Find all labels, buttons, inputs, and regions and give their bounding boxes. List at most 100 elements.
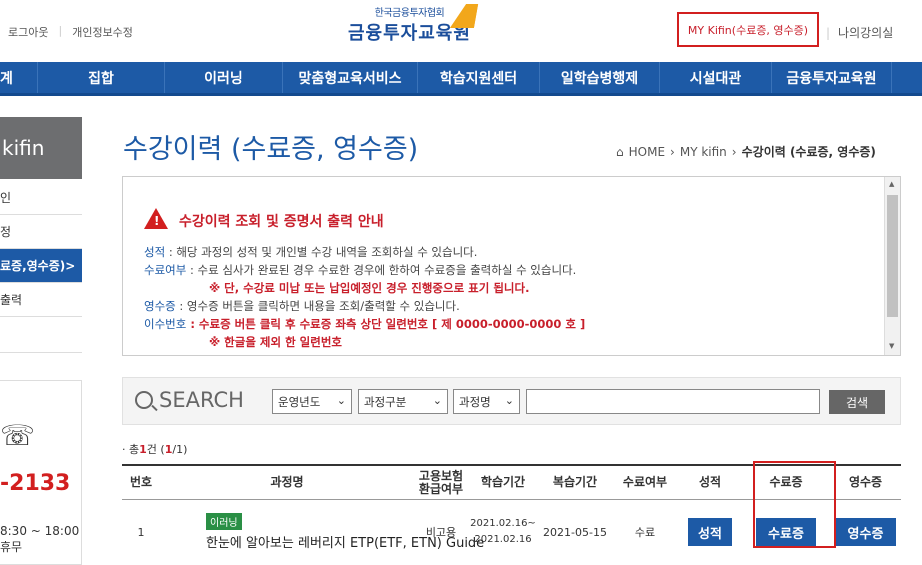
edit-info-link[interactable]: 개인정보수정 [72,24,133,40]
elearning-badge: 이러닝 [206,513,242,530]
period-start: 2021.02.16~ [470,518,536,529]
type-select-value: 과정구분 [364,394,407,409]
notice-title: 수강이력 조회 및 증명서 출력 안내 [179,214,384,230]
col-header: 영수증 [848,475,883,489]
scroll-up-icon[interactable]: ▲ [889,180,894,188]
chevron-down-icon: ⌄ [504,394,514,407]
notice-warning-text: : 수료증 버튼 클릭 후 수료증 좌측 상단 일련번호 [ 제 0000-00… [186,317,586,331]
completion-status: 수료 [634,526,656,539]
util-right: | 나의강의실 [826,24,893,41]
customer-service-box: ☏ -2133 8:30 ~ 18:00 휴무 [0,380,82,565]
mykifin-link[interactable]: MY Kifin(수료증, 영수증) [677,12,819,47]
notice-line: ※ 한글을 제외 한 일련번호 [209,334,342,350]
col-header: 과정명 [270,475,304,489]
search-icon [135,391,153,409]
count-suffix: /1) [172,443,188,456]
sidebar-item[interactable]: 인 [0,181,82,215]
col-header: 복습기간 [552,475,598,489]
phone-icon: ☏ [0,419,36,452]
nav-item[interactable]: 시설대관 [660,62,772,93]
notice-line: ※ 단, 수강료 미납 또는 납입예정인 경우 진행중으로 표기 됩니다. [209,280,529,296]
notice-key: 이수번호 [144,317,187,331]
course-cell: 이러닝 한눈에 알아보는 레버리지 ETP(ETF, ETN) Guide [160,500,484,564]
my-courses-link[interactable]: 나의강의실 [838,26,893,40]
util-links: 로그아웃 | 개인정보수정 [8,24,133,40]
notice-line: 이수번호 : 수료증 버튼 클릭 후 수료증 좌측 상단 일련번호 [ 제 00… [144,316,585,332]
row-number: 1 [137,525,145,539]
year-select-value: 운영년도 [278,394,321,409]
chevron-down-icon: ⌄ [432,394,442,407]
breadcrumb-current: 수강이력 (수료증, 영수증) [741,145,876,159]
divider: | [58,24,63,37]
col-header: 학습기간 [480,475,526,489]
notice-warning-text: ※ 한글을 제외 한 일련번호 [209,335,342,349]
sidebar-menu: 인 정 료증,영수증)> 출력 [0,181,82,353]
certificate-highlight-box [753,461,836,548]
sidebar-item[interactable] [0,317,82,353]
chevron-right-icon: › [731,144,737,159]
notice-box: ! 수강이력 조회 및 증명서 출력 안내 성적 : 해당 과정의 성적 및 개… [122,176,901,356]
receipt-cell: 영수증 [830,500,901,564]
search-label-text: SEARCH [159,388,244,412]
divider: | [826,26,831,40]
site-logo[interactable]: 한국금융투자협회 금융투자교육원 [348,4,479,45]
nav-item[interactable]: 맞춤형교육서비스 [283,62,418,93]
nav-item[interactable]: 학습지원센터 [418,62,540,93]
notice-key: 영수증 [144,299,176,313]
col-header: 고용보험 환급여부 [418,468,464,496]
home-icon: ⌂ [616,144,624,159]
course-name[interactable]: 한눈에 알아보는 레버리지 ETP(ETF, ETN) Guide [206,532,484,551]
logout-link[interactable]: 로그아웃 [8,24,48,40]
sidebar-title: kifin [0,117,82,179]
notice-warning-text: ※ 단, 수강료 미납 또는 납입예정인 경우 진행중으로 표기 됩니다. [209,281,530,295]
name-select-value: 과정명 [459,394,491,409]
sidebar-item[interactable]: 출력 [0,283,82,317]
search-button[interactable]: 검색 [829,390,885,414]
notice-key: 성적 [144,245,166,259]
cs-hours: 8:30 ~ 18:00 휴무 [0,523,79,555]
count-mid: 건 ( [146,443,165,456]
col-header: 번호 [129,475,153,489]
breadcrumb-mykifin[interactable]: MY kifin [680,145,727,159]
sidebar-item-certificates[interactable]: 료증,영수증)> [0,249,82,283]
nav-item[interactable]: 금융투자교육원 [772,62,892,93]
notice-text: : 영수증 버튼을 클릭하면 내용을 조회/출력할 수 있습니다. [175,299,460,313]
receipt-button[interactable]: 영수증 [835,518,896,546]
review-period: 2021-05-15 [543,525,607,539]
sidebar-item[interactable]: 정 [0,215,82,249]
search-panel: SEARCH 운영년도 ⌄ 과정구분 ⌄ 과정명 ⌄ 검색 [122,377,901,425]
nav-item[interactable]: 이러닝 [165,62,283,93]
col-header: 성적 [698,475,722,489]
nav-item[interactable]: 집합 [38,62,165,93]
type-select[interactable]: 과정구분 ⌄ [358,389,448,414]
count-number: 1 [139,443,147,456]
top-bar: 로그아웃 | 개인정보수정 한국금융투자협회 금융투자교육원 MY Kifin(… [0,0,922,62]
scroll-down-icon[interactable]: ▼ [889,342,894,350]
notice-key: 수료여부 [144,263,187,277]
grade-button[interactable]: 성적 [688,518,732,546]
search-label: SEARCH [135,388,244,412]
nav-item[interactable]: 계 [0,62,38,93]
warning-mark: ! [154,214,160,228]
name-select[interactable]: 과정명 ⌄ [453,389,520,414]
notice-line: 성적 : 해당 과정의 성적 및 개인별 수강 내역을 조회하실 수 있습니다. [144,244,477,260]
logo-mark-icon [449,4,479,28]
notice-line: 영수증 : 영수증 버튼을 클릭하면 내용을 조회/출력할 수 있습니다. [144,298,460,314]
grade-cell: 성적 [678,500,742,564]
year-select[interactable]: 운영년도 ⌄ [272,389,352,414]
breadcrumb-home[interactable]: HOME [629,145,665,159]
nav-item [892,62,922,93]
chevron-right-icon: › [670,144,675,159]
cs-phone: -2133 [0,471,71,496]
breadcrumb: ⌂ HOME › MY kifin › 수강이력 (수료증, 영수증) [616,143,876,160]
nav-item[interactable]: 일학습병행제 [540,62,660,93]
cs-hours-time: 8:30 ~ 18:00 [0,524,80,538]
notice-text: : 해당 과정의 성적 및 개인별 수강 내역을 조회하실 수 있습니다. [165,245,478,259]
keyword-input[interactable] [526,389,820,414]
cs-holiday: 휴무 [0,540,23,554]
notice-scrollbar[interactable]: ▲ ▼ [884,177,900,355]
count-prefix: 총 [129,443,140,456]
scroll-thumb[interactable] [887,195,898,317]
chevron-down-icon: ⌄ [336,394,346,407]
notice-line: 수료여부 : 수료 심사가 완료된 경우 수료한 경우에 한하여 수료증을 출력… [144,262,576,278]
